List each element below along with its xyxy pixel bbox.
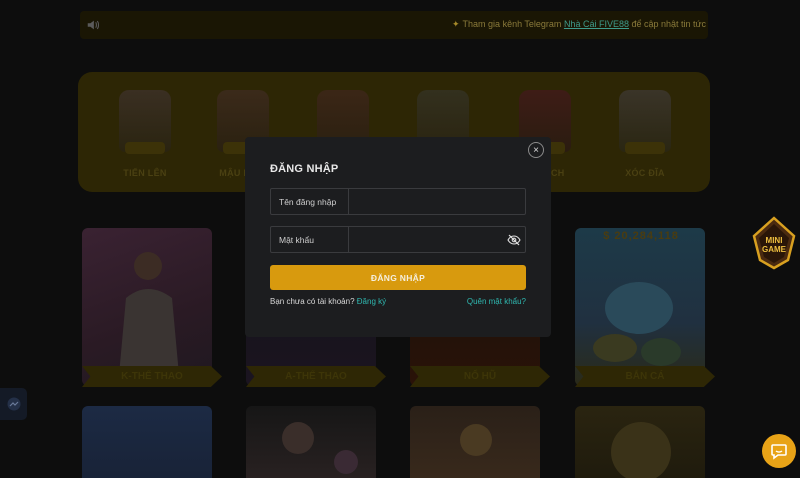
dealer-image <box>282 422 358 474</box>
dice-image <box>611 422 671 478</box>
category-label: XÓC ĐĨA <box>625 168 665 178</box>
password-field: Mật khẩu <box>270 226 526 253</box>
card-label: A-THỂ THAO <box>246 366 386 387</box>
mini-game-button[interactable]: MINI GAME <box>750 216 798 270</box>
register-link[interactable]: Đăng ký <box>357 297 386 306</box>
category-xoc-dia[interactable]: XÓC ĐĨA <box>610 90 680 178</box>
fish-image <box>593 282 681 366</box>
athlete-image <box>118 252 180 386</box>
speaker-icon <box>87 20 100 30</box>
game-card-row2-3[interactable] <box>410 406 540 478</box>
category-label: TIẾN LÊN <box>123 168 167 178</box>
live-chat-button[interactable] <box>762 434 796 468</box>
announcement-text: ✦ Tham gia kênh Telegram Nhà Cái FIVE88 đ… <box>452 19 708 30</box>
password-label: Mật khẩu <box>271 227 349 252</box>
game-card-row2-4[interactable] <box>575 406 705 478</box>
game-card-ban-ca[interactable] <box>575 228 705 386</box>
messenger-icon <box>7 397 20 411</box>
announcement-prefix: Tham gia kênh Telegram <box>462 19 564 29</box>
jackpot-counter: $ 20,284,118 <box>603 230 679 242</box>
card-label: NỔ HŨ <box>410 366 550 387</box>
card-label: BẮN CÁ <box>575 366 715 387</box>
forgot-password-link[interactable]: Quên mật khẩu? <box>467 297 526 306</box>
dealer-image <box>460 424 492 456</box>
messenger-tab[interactable] <box>0 388 27 420</box>
star-icon: ✦ <box>452 19 460 29</box>
hide-password-icon[interactable] <box>503 227 525 252</box>
mini-game-label: GAME <box>762 245 787 254</box>
username-label: Tên đăng nhập <box>271 189 349 214</box>
game-card-k-the-thao[interactable] <box>82 228 212 386</box>
telegram-link[interactable]: Nhà Cái FIVE88 <box>564 19 629 29</box>
mini-game-label: MINI <box>766 236 783 245</box>
category-tien-len[interactable]: TIẾN LÊN <box>110 90 180 178</box>
modal-title: ĐĂNG NHẬP <box>270 163 339 175</box>
cards-game-icon <box>119 90 171 154</box>
close-icon[interactable]: × <box>528 142 544 158</box>
game-card-row2-2[interactable] <box>246 406 376 478</box>
password-input[interactable] <box>349 227 503 252</box>
announcement-suffix: để cập nhật tin tức mới n <box>631 19 708 29</box>
game-card-row2-1[interactable] <box>82 406 212 478</box>
username-field: Tên đăng nhập <box>270 188 526 215</box>
no-account-text: Bạn chưa có tài khoản? <box>270 297 355 306</box>
announcement-bar: ✦ Tham gia kênh Telegram Nhà Cái FIVE88 đ… <box>80 11 708 39</box>
modal-footer: Bạn chưa có tài khoản? Đăng ký Quên mật … <box>270 297 526 306</box>
login-modal: ĐĂNG NHẬP × Tên đăng nhập Mật khẩu ĐĂNG … <box>245 137 551 337</box>
login-button[interactable]: ĐĂNG NHẬP <box>270 265 526 290</box>
chat-icon <box>771 444 787 460</box>
username-input[interactable] <box>349 189 525 214</box>
dice-icon <box>619 90 671 154</box>
card-label: K-THỂ THAO <box>82 366 222 387</box>
